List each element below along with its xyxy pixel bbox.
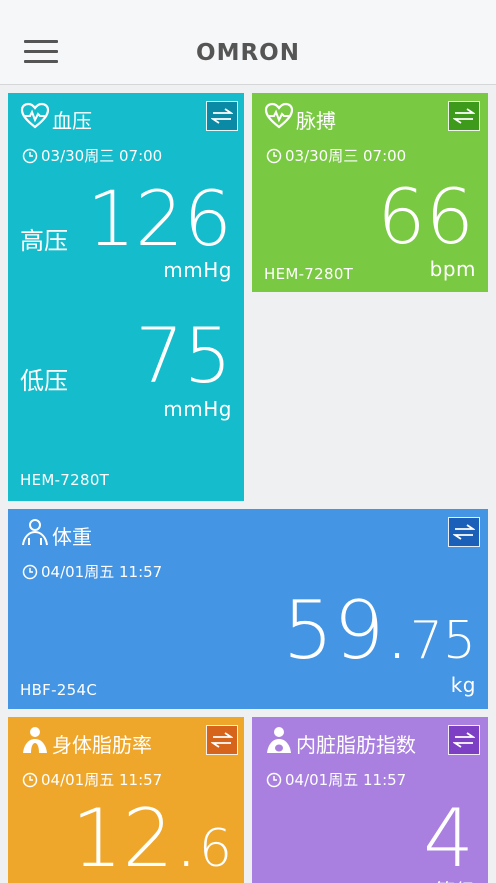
swap-arrows-icon [453, 732, 475, 748]
swap-arrows-icon [453, 524, 475, 540]
swap-arrows-icon [211, 108, 233, 124]
device-model: HEM-7280T [264, 265, 354, 283]
diastolic-value: 75 [135, 311, 232, 400]
card-title: 身体脂肪率 [52, 733, 152, 757]
clock-icon [266, 148, 282, 163]
swap-button[interactable] [448, 517, 480, 547]
swap-button[interactable] [206, 725, 238, 755]
weight-card[interactable]: 体重 04/01周五 11:57 59.75 kg HBF-254C [8, 509, 488, 709]
heart-pulse-icon [264, 102, 294, 129]
measurement-datetime: 03/30周三 07:00 [22, 145, 162, 166]
datetime-text: 03/30周三 07:00 [285, 147, 407, 165]
swap-arrows-icon [211, 732, 233, 748]
visceral-fat-unit: 等级 [435, 875, 476, 883]
swap-arrows-icon [453, 108, 475, 124]
pulse-value: 66 [377, 172, 474, 261]
app-header: OMRON [0, 0, 496, 85]
datetime-text: 04/01周五 11:57 [41, 563, 163, 581]
measurement-datetime: 04/01周五 11:57 [266, 769, 406, 790]
clock-icon [22, 148, 38, 163]
blood-pressure-card[interactable]: 血压 03/30周三 07:00 高压 126 mmHg 低压 75 mmHg … [8, 93, 244, 501]
body-fat-value-decimal: 6 [198, 819, 232, 879]
body-fat-value-integer: 12. [71, 792, 199, 883]
pulse-card[interactable]: 脉搏 03/30周三 07:00 66 bpm HEM-7280T [252, 93, 488, 292]
measurement-datetime: 03/30周三 07:00 [266, 145, 406, 166]
body-fat-card[interactable]: 身体脂肪率 04/01周五 11:57 12.6 [8, 717, 244, 883]
weight-value: 59.75 [283, 591, 476, 671]
person-body-icon [267, 727, 291, 753]
weight-value-decimal: 75 [409, 611, 476, 671]
weight-value-integer: 59. [282, 584, 410, 677]
heart-pulse-icon [20, 102, 50, 129]
swap-button[interactable] [448, 725, 480, 755]
datetime-text: 04/01周五 11:57 [285, 771, 407, 789]
clock-icon [22, 772, 38, 787]
person-body-icon [23, 727, 47, 753]
datetime-text: 04/01周五 11:57 [41, 771, 163, 789]
systolic-unit: mmHg [163, 258, 232, 282]
weight-unit: kg [450, 673, 476, 697]
omron-logo: OMRON [196, 40, 300, 66]
datetime-text: 03/30周三 07:00 [41, 147, 163, 165]
clock-icon [266, 772, 282, 787]
visceral-fat-value: 4 [423, 792, 474, 883]
body-fat-value: 12.6 [72, 799, 232, 879]
pulse-unit: bpm [429, 257, 476, 281]
device-model: HBF-254C [20, 681, 98, 699]
card-title: 血压 [52, 109, 92, 133]
swap-button[interactable] [206, 101, 238, 131]
systolic-label: 高压 [20, 227, 68, 255]
clock-icon [22, 564, 38, 579]
card-title: 脉搏 [296, 109, 336, 133]
person-icon [22, 519, 48, 546]
card-title: 体重 [52, 525, 92, 549]
visceral-fat-card[interactable]: 内脏脂肪指数 04/01周五 11:57 4 等级 [252, 717, 488, 883]
diastolic-label: 低压 [20, 367, 68, 395]
device-model: HEM-7280T [20, 471, 110, 489]
card-title: 内脏脂肪指数 [296, 733, 416, 757]
measurement-datetime: 04/01周五 11:57 [22, 769, 162, 790]
diastolic-unit: mmHg [163, 397, 232, 421]
systolic-value: 126 [86, 174, 232, 263]
measurement-datetime: 04/01周五 11:57 [22, 561, 162, 582]
swap-button[interactable] [448, 101, 480, 131]
